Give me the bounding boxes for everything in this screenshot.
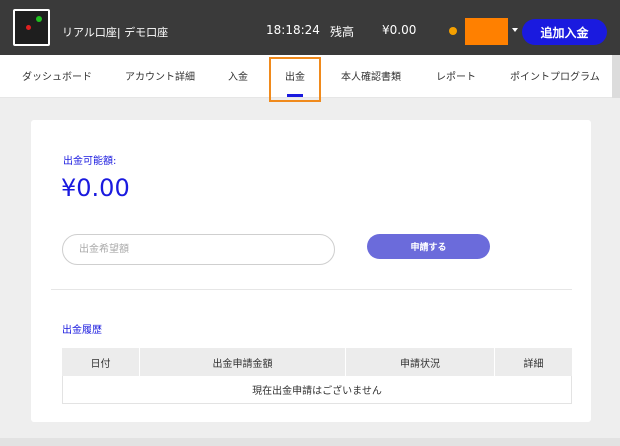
column-header-date: 日付: [62, 348, 140, 376]
balance-value: ¥0.00: [382, 23, 417, 37]
tab-highlight-box: [269, 57, 321, 102]
chevron-down-icon[interactable]: [512, 28, 518, 32]
withdraw-card: 出金可能額: ¥0.00 申請する 出金履歴 日付 出金申請金額 申請状況 詳細…: [31, 120, 591, 422]
withdraw-history-table: 日付 出金申請金額 申請状況 詳細 現在出金申請はございません: [62, 348, 572, 404]
empty-table-row: 現在出金申請はございません: [62, 376, 572, 404]
account-type-switch[interactable]: リアル口座| デモ口座: [62, 24, 168, 40]
column-header-status: 申請状況: [346, 348, 495, 376]
balance-label: 残高: [330, 25, 355, 39]
tab-reports[interactable]: レポート: [436, 68, 476, 83]
available-amount-label: 出金可能額:: [63, 156, 117, 167]
withdraw-amount-input[interactable]: [62, 234, 335, 265]
status-indicator-icon: [449, 27, 457, 35]
tab-dashboard[interactable]: ダッシュボード: [22, 68, 92, 83]
divider: [51, 289, 572, 290]
tab-account-details[interactable]: アカウント詳細: [125, 68, 195, 83]
nav-scrollbar[interactable]: [612, 55, 620, 98]
withdraw-history-title: 出金履歴: [62, 325, 102, 336]
add-deposit-button[interactable]: 追加入金: [522, 19, 607, 45]
clock: 18:18:24: [266, 23, 320, 37]
tab-identity-documents[interactable]: 本人確認書類: [341, 68, 401, 83]
brand-logo[interactable]: [13, 9, 50, 46]
top-bar: リアル口座| デモ口座 18:18:24 残高 ¥0.00 追加入金: [0, 0, 620, 55]
tab-point-program[interactable]: ポイントプログラム: [510, 68, 600, 83]
column-header-details: 詳細: [523, 358, 544, 370]
table-header: 日付 出金申請金額 申請状況 詳細: [62, 348, 572, 376]
request-withdraw-button[interactable]: 申請する: [367, 234, 490, 259]
horizontal-scrollbar[interactable]: [0, 438, 620, 446]
user-avatar[interactable]: [465, 18, 508, 45]
column-header-amount: 出金申請金額: [140, 348, 346, 376]
logo-red-dot: [26, 25, 31, 30]
tab-deposit[interactable]: 入金: [228, 68, 248, 83]
logo-green-dot: [36, 16, 42, 22]
available-amount-value: ¥0.00: [61, 174, 130, 202]
